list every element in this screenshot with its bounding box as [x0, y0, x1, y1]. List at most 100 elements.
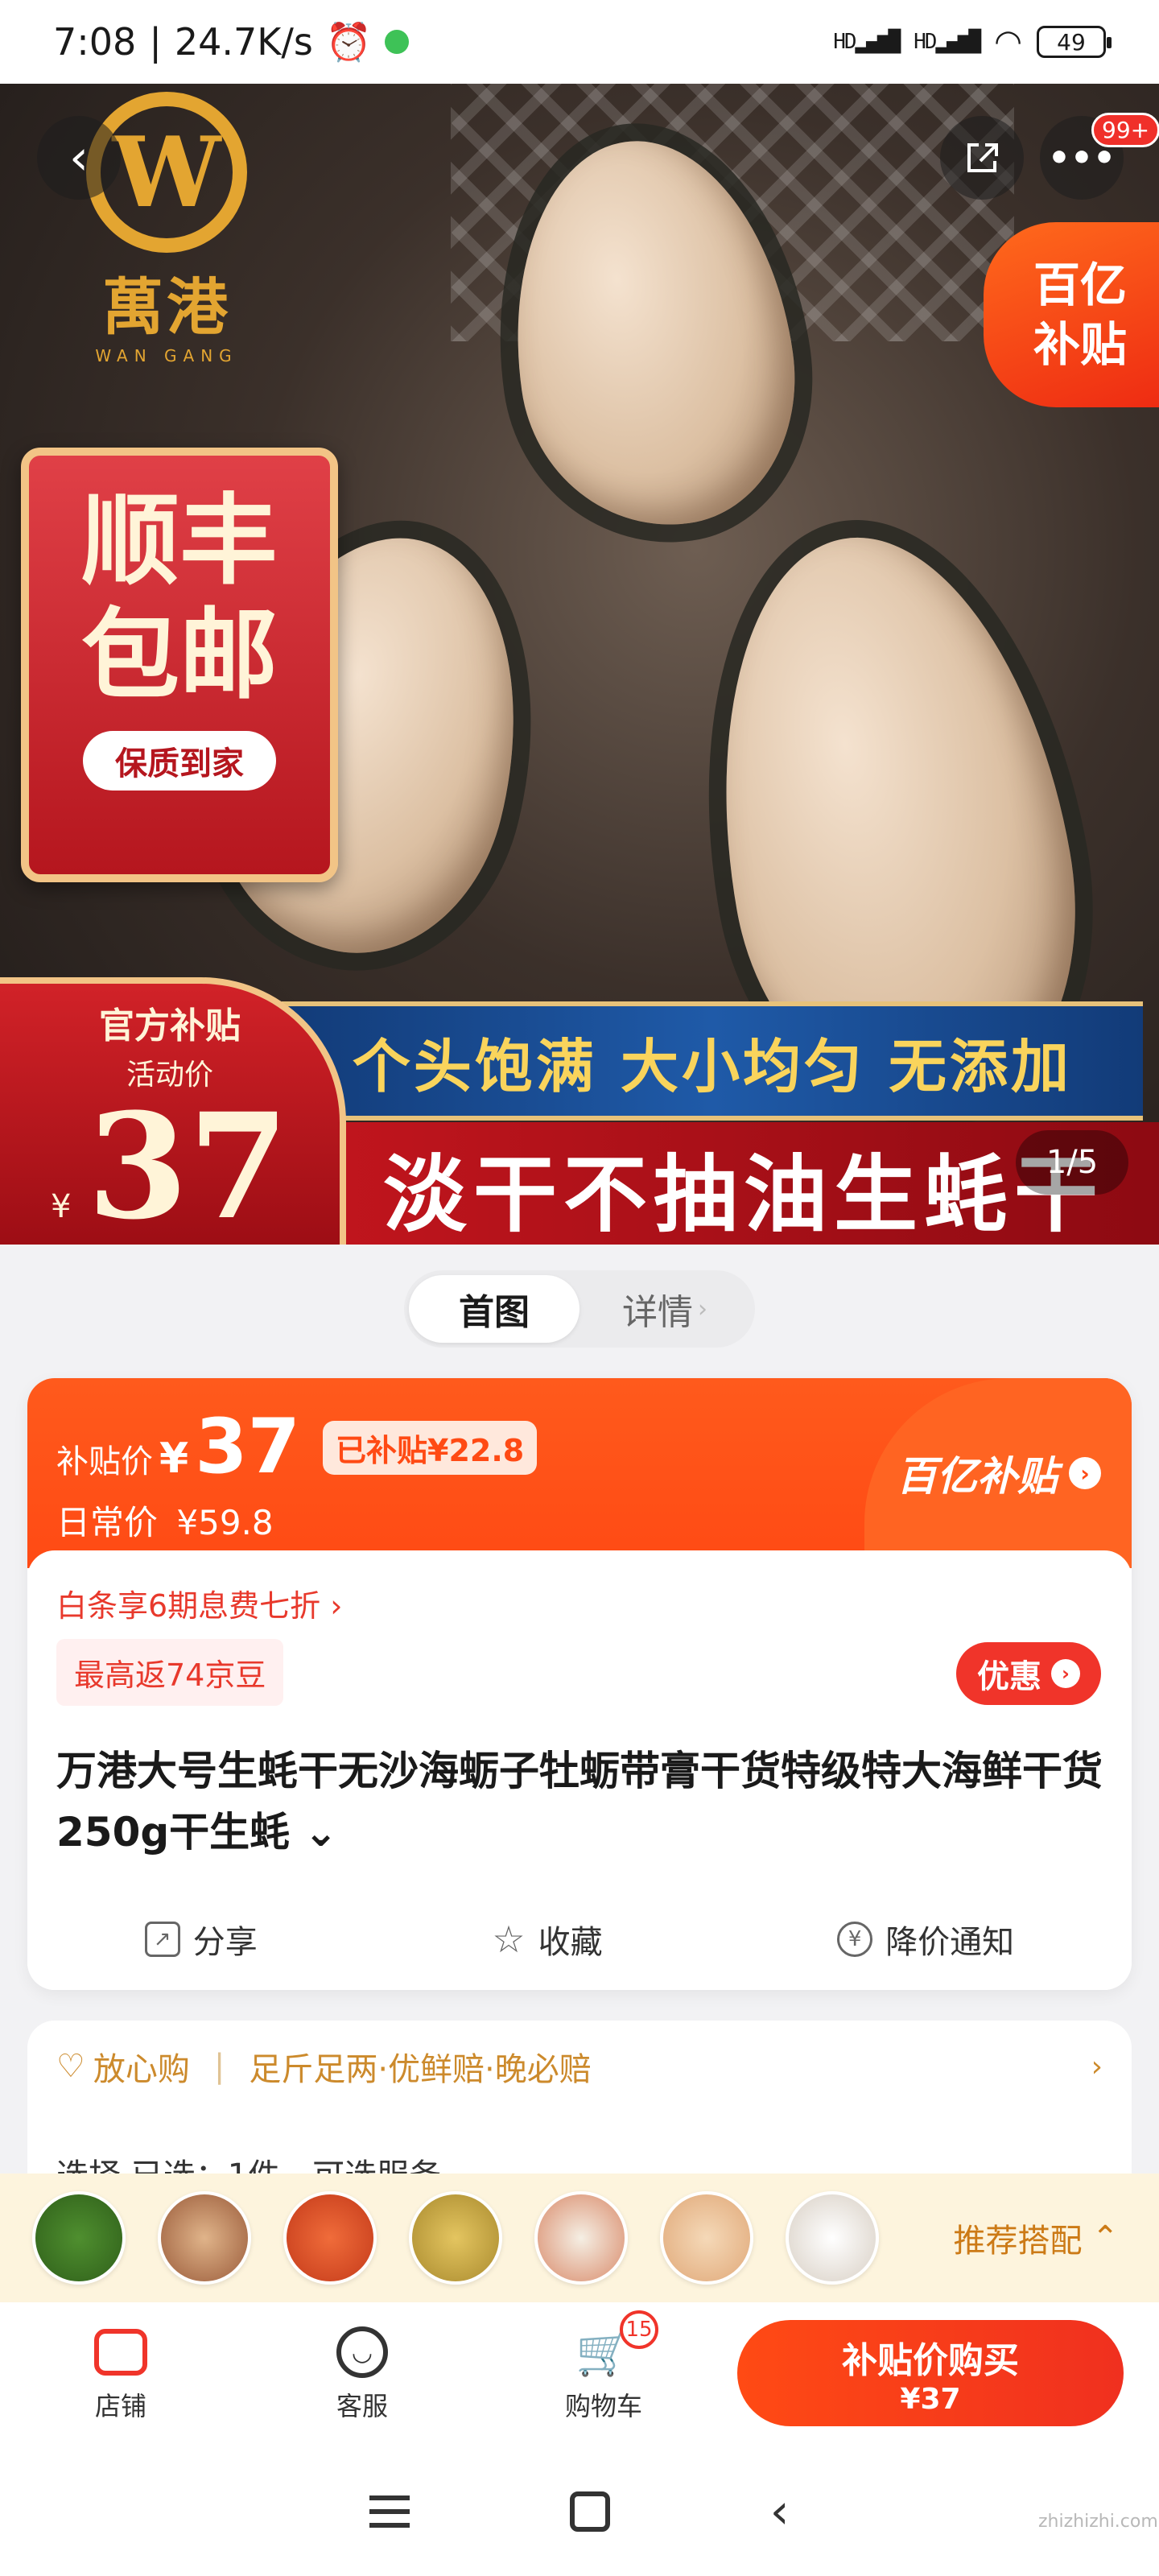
- notification-badge: 99+: [1091, 113, 1159, 147]
- price-drop-alert-action[interactable]: ¥ 降价通知: [837, 1916, 1014, 1963]
- status-speed: 24.7K/s: [174, 20, 313, 64]
- tab-details[interactable]: 详情 ›: [580, 1275, 750, 1343]
- image-counter: 1/5: [1016, 1130, 1128, 1195]
- status-time: 7:08: [53, 20, 137, 64]
- status-divider: |: [149, 20, 162, 64]
- product-image-carousel[interactable]: W 萬港 WAN GANG ‹ ••• 99+ 百亿 补贴 顺丰 包邮 保质到家…: [0, 84, 1159, 1245]
- wechat-icon: [385, 30, 410, 54]
- buy-button-label: 补贴价购买: [842, 2339, 1019, 2381]
- favorite-action-label: 收藏: [538, 1924, 603, 1961]
- signal-icon-1: HD▂▄▆█: [833, 30, 901, 54]
- cart-count-badge: 15: [620, 2310, 658, 2349]
- watermark: zhizhizhi.com: [1038, 2512, 1158, 2532]
- yen-alert-icon: ¥: [837, 1922, 873, 1957]
- arrow-right-icon: ›: [1051, 1659, 1080, 1688]
- recommend-strip: 推荐搭配 ⌃: [0, 2174, 1159, 2302]
- alarm-icon: ⏰: [325, 19, 373, 64]
- chevron-up-icon: ⌃: [1091, 2219, 1119, 2256]
- price-badge-title: 官方补贴: [99, 1005, 241, 1046]
- cart-label: 购物车: [564, 2391, 642, 2421]
- subsidy-corner-line2: 补贴: [1033, 317, 1127, 372]
- subsidized-amount-tag: 已补贴¥22.8: [323, 1420, 538, 1475]
- customer-service-button[interactable]: ◡ 客服: [241, 2326, 483, 2423]
- customer-service-label: 客服: [336, 2391, 388, 2421]
- baitiao-installment-link[interactable]: 白条享6期息费七折 ›: [56, 1581, 342, 1625]
- tab-details-label: 详情: [622, 1292, 693, 1333]
- wifi-icon: ◠: [994, 23, 1022, 60]
- share-icon: ↗: [144, 1922, 180, 1957]
- status-left: 7:08 | 24.7K/s ⏰: [53, 19, 410, 64]
- activity-price-badge: 官方补贴 活动价 ¥ 37: [0, 977, 346, 1245]
- back-icon[interactable]: ‹: [770, 2483, 790, 2540]
- product-title[interactable]: 万港大号生蚝干无沙海蛎子牡蛎带膏干货特级特大海鲜干货250g干生蚝 ⌄: [56, 1740, 1103, 1863]
- divider: |: [213, 2048, 225, 2085]
- status-right: HD▂▄▆█ HD▂▄▆█ ◠ 49: [833, 23, 1112, 60]
- recommend-item-thumbnail[interactable]: [534, 2191, 628, 2285]
- recommend-label: 推荐搭配: [953, 2223, 1083, 2260]
- feature-banner: 个头饱满 大小均匀 无添加: [282, 1001, 1143, 1121]
- chat-face-icon: ◡: [334, 2326, 390, 2378]
- favorite-action[interactable]: ☆ 收藏: [492, 1916, 602, 1963]
- chevron-right-icon: ›: [698, 1294, 707, 1323]
- price-badge-yen: ¥: [51, 1188, 72, 1225]
- subsidy-price-yen: ¥: [159, 1435, 189, 1483]
- star-icon: ☆: [492, 1918, 526, 1961]
- share-action[interactable]: ↗ 分享: [144, 1916, 258, 1963]
- subsidy-corner-badge: 百亿 补贴: [984, 222, 1159, 407]
- subsidy-price-value: 37: [195, 1403, 300, 1491]
- assurance-row: ♡ 放心购 | 足斤足两·优鲜赔·晚必赔 ›: [56, 2043, 1103, 2090]
- sf-pill: 保质到家: [83, 731, 276, 791]
- logo-text-cn: 萬港: [102, 271, 231, 343]
- bottom-action-bar: 店铺 ◡ 客服 🛒 15 购物车 补贴价购买 ¥37: [0, 2302, 1159, 2447]
- share-button[interactable]: [940, 116, 1024, 200]
- chevron-left-icon: ‹: [69, 130, 89, 186]
- logo-text-en: WAN GANG: [95, 346, 238, 365]
- share-icon: [967, 143, 998, 172]
- recommend-item-thumbnail[interactable]: [283, 2191, 377, 2285]
- jingdou-reward-tag: 最高返74京豆: [56, 1639, 284, 1706]
- subsidy-price-row: 补贴价 ¥ 37 已补贴¥22.8: [56, 1403, 538, 1491]
- assurance-items: 足斤足两·优鲜赔·晚必赔: [249, 2051, 592, 2088]
- battery-icon: 49: [1037, 26, 1112, 58]
- free-shipping-badge: 顺丰 包邮 保质到家: [21, 448, 338, 882]
- recommend-item-thumbnail[interactable]: [409, 2191, 502, 2285]
- diamond-icon: ♡: [56, 2048, 85, 2085]
- chevron-right-icon: ›: [1091, 2050, 1103, 2083]
- system-navigation-bar: ‹: [0, 2447, 1159, 2576]
- subsidy-corner-line1: 百亿: [1033, 258, 1127, 312]
- buy-button-price: ¥37: [900, 2382, 961, 2416]
- arrow-right-icon: ›: [1069, 1457, 1101, 1489]
- coupon-button-label: 优惠: [977, 1658, 1041, 1695]
- cart-button[interactable]: 🛒 15 购物车: [483, 2310, 724, 2423]
- price-badge-number: 37: [87, 1082, 289, 1245]
- billion-subsidy-label: 百亿补贴: [897, 1453, 1058, 1500]
- daily-price-row: 日常价 ¥59.8: [56, 1496, 274, 1545]
- price-card-body: 白条享6期息费七折 › 最高返74京豆 优惠 › 万港大号生蚝干无沙海蛎子牡蛎带…: [27, 1550, 1132, 1990]
- image-detail-tabs: 首图 详情 ›: [404, 1270, 755, 1348]
- subsidy-price-label: 补贴价: [56, 1443, 153, 1480]
- status-bar: 7:08 | 24.7K/s ⏰ HD▂▄▆█ HD▂▄▆█ ◠ 49: [0, 0, 1159, 84]
- signal-icon-2: HD▂▄▆█: [914, 30, 981, 54]
- recommend-item-thumbnail[interactable]: [32, 2191, 126, 2285]
- price-card: 补贴价 ¥ 37 已补贴¥22.8 日常价 ¥59.8 百亿补贴 › 白条享6期…: [27, 1378, 1132, 1990]
- sf-title-line1: 顺丰: [81, 482, 278, 598]
- price-header: 补贴价 ¥ 37 已补贴¥22.8 日常价 ¥59.8 百亿补贴 ›: [27, 1378, 1132, 1568]
- tab-main-image[interactable]: 首图: [409, 1275, 580, 1343]
- price-badge-price: ¥ 37: [0, 1095, 340, 1240]
- billion-subsidy-link[interactable]: 百亿补贴 ›: [864, 1378, 1132, 1568]
- menu-icon[interactable]: [369, 2496, 410, 2528]
- home-icon[interactable]: [569, 2491, 610, 2532]
- back-button[interactable]: ‹: [37, 116, 121, 200]
- recommend-item-thumbnail[interactable]: [786, 2191, 879, 2285]
- recommend-item-thumbnail[interactable]: [660, 2191, 753, 2285]
- buy-now-button[interactable]: 补贴价购买 ¥37: [737, 2320, 1124, 2426]
- recommend-toggle[interactable]: 推荐搭配 ⌃: [953, 2215, 1119, 2261]
- store-icon: [93, 2326, 149, 2378]
- sf-title-line2: 包邮: [81, 597, 278, 712]
- store-button[interactable]: 店铺: [0, 2326, 241, 2423]
- assurance-title: 放心购: [93, 2051, 190, 2088]
- recommend-item-thumbnail[interactable]: [158, 2191, 251, 2285]
- assurance-card[interactable]: ♡ 放心购 | 足斤足两·优鲜赔·晚必赔 › 选择 已选：1件，可选服务: [27, 2021, 1132, 2194]
- share-action-label: 分享: [192, 1924, 258, 1961]
- coupon-button[interactable]: 优惠 ›: [956, 1642, 1101, 1705]
